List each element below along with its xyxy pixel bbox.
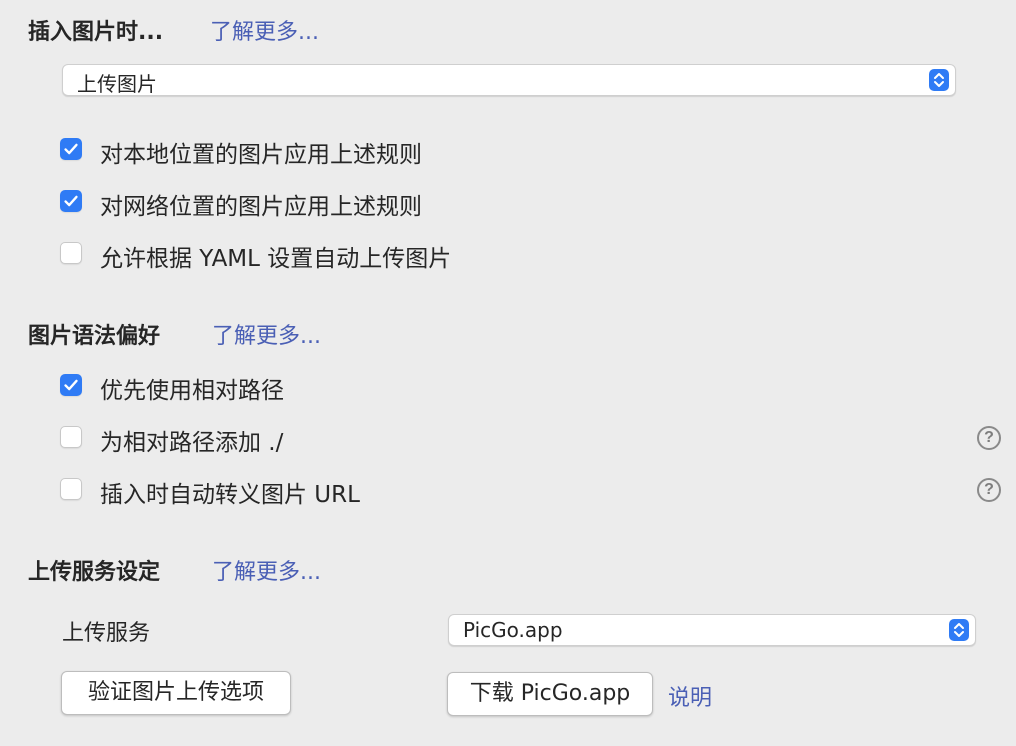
checkbox-yaml-auto-upload[interactable] bbox=[60, 242, 82, 264]
validate-upload-button[interactable]: 验证图片上传选项 bbox=[61, 671, 291, 715]
option-label: 对网络位置的图片应用上述规则 bbox=[100, 194, 422, 220]
download-picgo-button[interactable]: 下载 PicGo.app bbox=[447, 672, 653, 716]
picgo-help-link[interactable]: 说明 bbox=[668, 680, 712, 712]
checkbox-apply-local[interactable] bbox=[60, 138, 82, 160]
checkmark-icon bbox=[64, 195, 78, 207]
help-icon[interactable]: ? bbox=[977, 426, 1001, 450]
option-label: 对本地位置的图片应用上述规则 bbox=[100, 142, 422, 168]
checkmark-icon bbox=[64, 143, 78, 155]
syntax-learn-more-link[interactable]: 了解更多... bbox=[212, 318, 321, 350]
checkbox-escape-url[interactable] bbox=[60, 478, 82, 500]
option-label: 插入时自动转义图片 URL bbox=[100, 482, 360, 508]
option-label: 为相对路径添加 ./ bbox=[100, 430, 284, 456]
help-icon[interactable]: ? bbox=[977, 478, 1001, 502]
checkmark-icon bbox=[64, 379, 78, 391]
option-label: 优先使用相对路径 bbox=[100, 378, 284, 404]
upload-service-label: 上传服务 bbox=[62, 621, 151, 646]
insert-learn-more-link[interactable]: 了解更多... bbox=[210, 14, 319, 46]
option-label: 允许根据 YAML 设置自动上传图片 bbox=[100, 246, 452, 272]
upload-service-select[interactable]: PicGo.app bbox=[448, 614, 976, 646]
checkbox-add-dot-slash[interactable] bbox=[60, 426, 82, 448]
upload-service-value: PicGo.app bbox=[463, 618, 563, 642]
insert-action-select[interactable]: 上传图片 bbox=[62, 64, 956, 96]
chevron-up-down-icon bbox=[929, 69, 949, 91]
insert-section-title: 插入图片时... bbox=[28, 20, 164, 45]
upload-section-title: 上传服务设定 bbox=[28, 560, 161, 585]
checkbox-prefer-relative[interactable] bbox=[60, 374, 82, 396]
upload-learn-more-link[interactable]: 了解更多... bbox=[212, 554, 321, 586]
checkbox-apply-network[interactable] bbox=[60, 190, 82, 212]
insert-action-value: 上传图片 bbox=[77, 72, 157, 96]
syntax-section-title: 图片语法偏好 bbox=[28, 324, 161, 349]
chevron-up-down-icon bbox=[949, 619, 969, 641]
